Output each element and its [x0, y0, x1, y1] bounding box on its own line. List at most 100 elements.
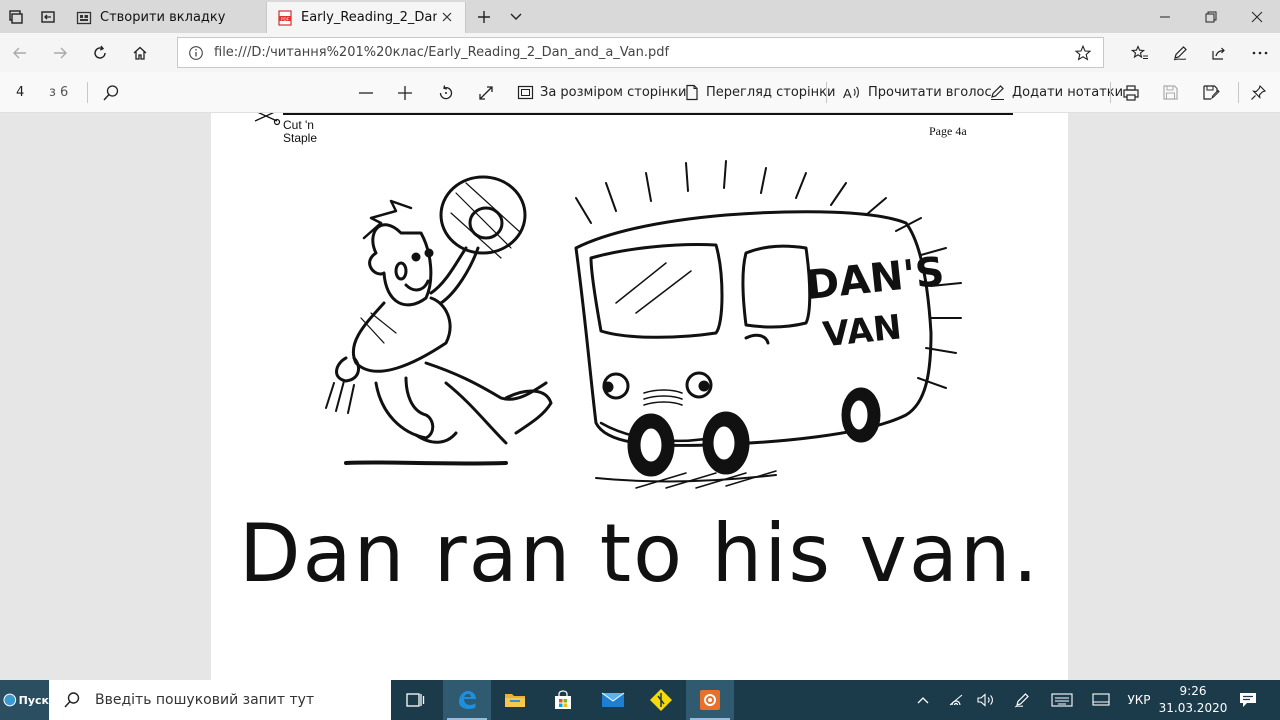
rotate-icon [439, 84, 453, 99]
save-icon [1163, 85, 1178, 100]
show-hidden-icons-button[interactable] [912, 680, 934, 720]
page-view-label: Перегляд сторінки [706, 85, 836, 100]
clock-date: 31.03.2020 [1158, 701, 1228, 715]
page-total: з 6 [49, 85, 69, 100]
store-button[interactable] [539, 680, 587, 720]
screen-recorder-icon [700, 690, 720, 710]
fullscreen-button[interactable] [477, 72, 495, 113]
tab-strip: Створити вкладку PDF Early_Reading_2_Dan… [0, 0, 1280, 33]
restore-button[interactable] [1188, 0, 1234, 33]
illustration-dan-and-van: DAN'S VAN [325, 160, 962, 489]
search-icon [103, 84, 119, 100]
folder-icon [505, 694, 525, 707]
start-orb-icon [3, 693, 17, 707]
share-icon [1212, 47, 1225, 60]
save-as-button[interactable] [1202, 72, 1220, 113]
more-menu-button[interactable] [1244, 37, 1276, 69]
save-button[interactable] [1162, 72, 1179, 113]
back-button[interactable] [4, 37, 36, 69]
touch-keyboard-button[interactable] [1048, 680, 1076, 720]
pin-toolbar-button[interactable] [1250, 72, 1267, 113]
recorder-app-button[interactable] [686, 680, 734, 720]
tab-new[interactable]: Створити вкладку [66, 2, 264, 33]
rotate-button[interactable] [437, 72, 455, 113]
favorite-star-icon[interactable] [1075, 45, 1091, 61]
arrow-left-icon [13, 47, 26, 59]
info-icon[interactable] [188, 45, 204, 61]
svg-text:A: A [843, 86, 852, 101]
restore-icon [1205, 11, 1217, 22]
tab-preview-button[interactable] [500, 0, 532, 33]
refresh-button[interactable] [84, 37, 116, 69]
find-button[interactable] [102, 72, 120, 113]
pdf-viewport[interactable]: Cut 'n Staple Page 4a DAN'S VAN Dan ran … [0, 113, 1280, 680]
close-window-button[interactable] [1234, 0, 1280, 33]
pdf-file-icon: PDF [278, 9, 292, 26]
add-notes-web-button[interactable] [1164, 37, 1196, 69]
clock[interactable]: 9:26 31.03.2020 [1158, 683, 1228, 717]
new-tab-button[interactable] [468, 0, 500, 33]
tab-pdf[interactable]: PDF Early_Reading_2_Dan_and_a_Van.pdf [266, 2, 466, 33]
chevron-up-icon [917, 697, 929, 704]
cut-line [283, 113, 1013, 115]
task-view-button[interactable] [391, 680, 439, 720]
tab-close-button[interactable] [439, 9, 455, 25]
page-number-input[interactable]: 4 [16, 72, 24, 113]
print-icon [1123, 84, 1139, 101]
print-button[interactable] [1122, 72, 1140, 113]
mail-button[interactable] [589, 680, 637, 720]
tab-label: Створити вкладку [100, 10, 226, 25]
read-aloud-button[interactable]: A Прочитати вголос [842, 72, 992, 113]
taskbar-search-box[interactable]: Введіть пошуковий запит тут [49, 680, 391, 720]
fit-page-icon [517, 85, 534, 100]
tab-actions-button[interactable] [0, 0, 32, 33]
forward-button[interactable] [44, 37, 76, 69]
pen-workspace-button[interactable] [1010, 680, 1034, 720]
arrow-right-icon [54, 47, 67, 59]
set-aside-icon [41, 10, 55, 23]
divider [826, 82, 827, 103]
address-bar[interactable]: file:///D:/читання%201%20клас/Early_Read… [177, 37, 1104, 68]
start-label: Пуск [18, 693, 49, 707]
share-button[interactable] [1203, 37, 1235, 69]
volume-button[interactable] [974, 680, 998, 720]
page-number-label: Page 4a [929, 124, 967, 138]
pin-icon [1251, 84, 1267, 100]
chevron-down-icon [510, 13, 522, 20]
network-button[interactable] [944, 680, 968, 720]
pen-icon [991, 85, 1004, 100]
read-aloud-label: Прочитати вголос [868, 85, 992, 100]
app-diamond-button[interactable] [637, 680, 685, 720]
task-view-icon [406, 693, 425, 707]
favorites-hub-button[interactable] [1124, 37, 1156, 69]
set-tabs-aside-button[interactable] [32, 0, 64, 33]
input-language-button[interactable]: УКР [1122, 680, 1156, 720]
read-aloud-icon: A [843, 86, 859, 101]
minimize-button[interactable] [1142, 0, 1188, 33]
zoom-in-button[interactable] [396, 72, 414, 113]
add-notes-button[interactable]: Додати нотатки [989, 72, 1123, 113]
zoom-out-button[interactable] [357, 72, 375, 113]
yellow-diamond-icon [650, 689, 672, 711]
action-center-button[interactable] [1236, 680, 1260, 720]
minus-icon [359, 91, 373, 94]
cut-n-staple-label: Cut 'n Staple [283, 119, 317, 145]
tabs-aside-icon [9, 9, 23, 24]
expand-icon [479, 85, 493, 100]
fit-to-page-label: За розміром сторінки [540, 85, 687, 100]
scissors-icon [254, 113, 281, 126]
clock-time: 9:26 [1179, 684, 1207, 698]
start-button[interactable]: Пуск [0, 680, 49, 720]
wifi-icon [949, 694, 963, 706]
svg-text:PDF: PDF [281, 16, 290, 21]
file-explorer-button[interactable] [491, 680, 539, 720]
fit-to-page-button[interactable]: За розміром сторінки [517, 72, 686, 113]
divider [87, 82, 88, 103]
search-icon [64, 692, 80, 708]
edge-taskbar-button[interactable] [443, 680, 491, 720]
page-view-icon [686, 84, 698, 101]
minimize-icon [1160, 16, 1170, 17]
display-button[interactable] [1088, 680, 1114, 720]
home-button[interactable] [124, 37, 156, 69]
page-view-button[interactable]: Перегляд сторінки [684, 72, 835, 113]
